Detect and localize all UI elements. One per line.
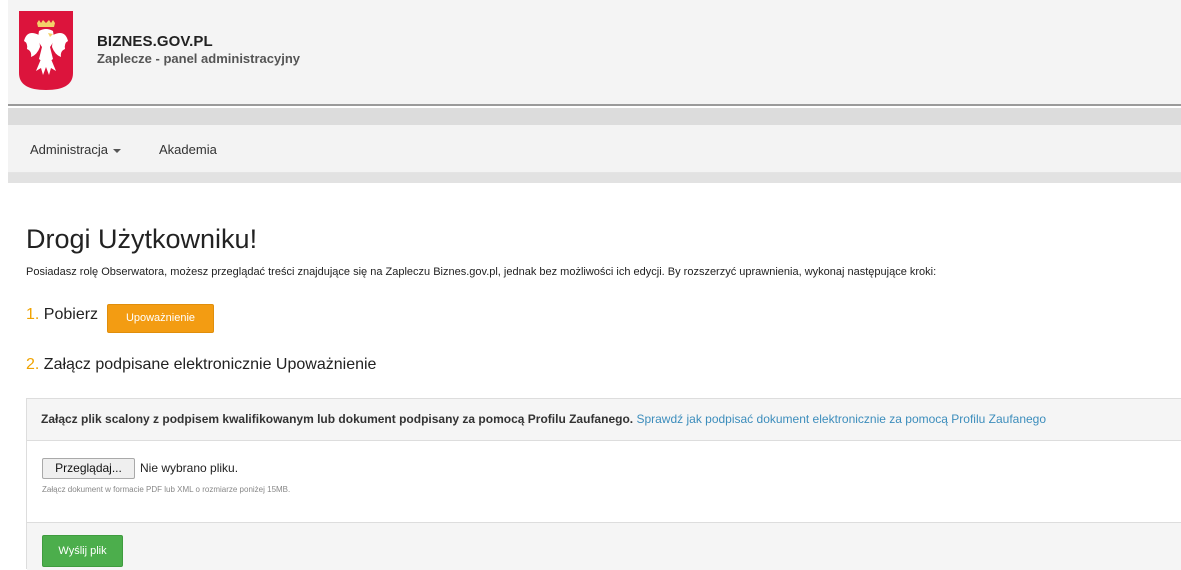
upload-help-text: Załącz dokument w formacie PDF lub XML o… (42, 485, 291, 494)
main-navbar: Administracja Akademia (8, 125, 1181, 173)
step-1: 1. Pobierz (26, 306, 98, 324)
site-header: BIZNES.GOV.PL Zaplecze - panel administr… (8, 0, 1181, 106)
step-text: Załącz podpisane elektronicznie Upoważni… (43, 356, 377, 373)
file-status-text: Nie wybrano pliku. (140, 461, 239, 475)
download-authorization-button[interactable]: Upoważnienie (107, 304, 214, 333)
step-2: 2. Załącz podpisane elektronicznie Upowa… (26, 356, 376, 374)
upload-panel-heading: Załącz plik scalony z podpisem kwalifiko… (27, 399, 1181, 441)
nav-item-administracja[interactable]: Administracja (30, 142, 122, 157)
navbar-divider (8, 173, 1181, 183)
intro-text: Posiadasz rolę Obserwatora, możesz przeg… (26, 266, 937, 278)
nav-item-label: Akademia (159, 142, 217, 157)
submit-file-button[interactable]: Wyślij plik (42, 535, 123, 567)
nav-item-akademia[interactable]: Akademia (159, 142, 217, 157)
nav-item-label: Administracja (30, 142, 109, 157)
step-number: 1. (26, 306, 40, 323)
site-title[interactable]: BIZNES.GOV.PL (97, 33, 213, 50)
site-subtitle: Zaplecze - panel administracyjny (97, 51, 301, 66)
browse-file-button[interactable]: Przeglądaj... (42, 458, 135, 479)
header-divider (8, 108, 1181, 125)
caret-down-icon (113, 148, 122, 153)
upload-panel-footer: Wyślij plik (27, 522, 1181, 570)
profile-help-link[interactable]: Sprawdź jak podpisać dokument elektronic… (636, 412, 1046, 426)
step-text: Pobierz (43, 306, 99, 323)
upload-instruction: Załącz plik scalony z podpisem kwalifiko… (41, 412, 634, 426)
step-number: 2. (26, 356, 40, 373)
page-title: Drogi Użytkowniku! (26, 224, 258, 254)
polish-eagle-emblem-icon (19, 11, 73, 90)
upload-panel: Załącz plik scalony z podpisem kwalifiko… (26, 398, 1181, 570)
